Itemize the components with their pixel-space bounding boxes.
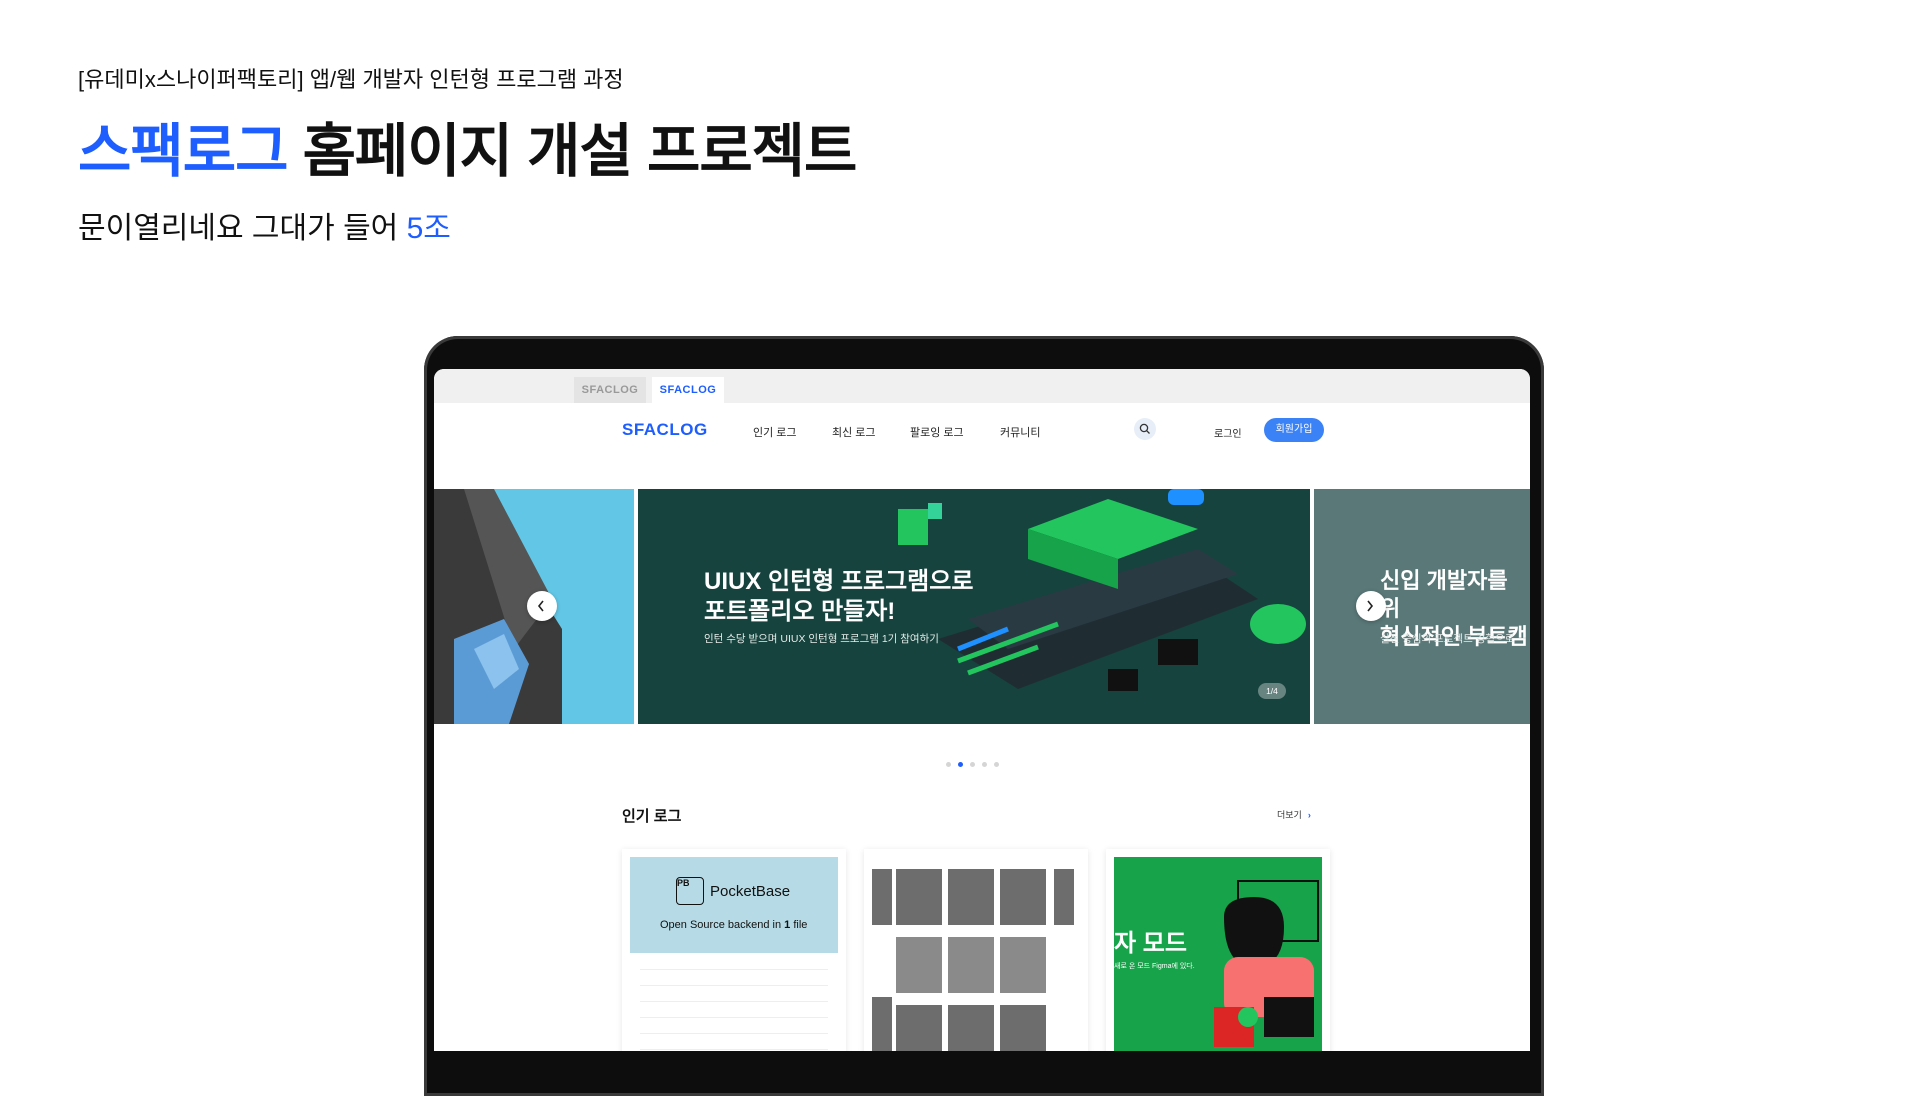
log-card[interactable]: [864, 849, 1088, 1051]
browser-tabbar: SFACLOG SFACLOG: [434, 369, 1530, 403]
carousel-dot[interactable]: [994, 762, 999, 767]
site-header: SFACLOG 인기 로그 최신 로그 팔로잉 로그 커뮤니티 로그인 회원가입: [434, 403, 1530, 453]
brand-tagline: Open Source backend in 1 file: [660, 919, 808, 931]
log-card[interactable]: 자 모드 새로 온 모드 Figma에 있다.: [1106, 849, 1330, 1051]
log-card[interactable]: PB PocketBase Open Source backend in 1 f…: [622, 849, 846, 1051]
carousel-slide-next[interactable]: 신입 개발자를 위 혁신적인 부트캠 실전 중심의 프로젝트 경험으로: [1314, 489, 1530, 724]
slide-title: UIUX 인턴형 프로그램으로 포트폴리오 만들자!: [704, 568, 974, 625]
title-rest: 홈페이지 개설 프로젝트: [287, 119, 858, 184]
browser-tab-active[interactable]: SFACLOG: [652, 377, 724, 403]
nav-latest[interactable]: 최신 로그: [832, 424, 876, 440]
carousel-dot[interactable]: [946, 762, 951, 767]
more-link[interactable]: 더보기 ›: [1277, 808, 1311, 821]
nav-following[interactable]: 팔로잉 로그: [910, 424, 964, 440]
carousel-dot[interactable]: [982, 762, 987, 767]
subtitle: [유데미x스나이퍼팩토리] 앱/웹 개발자 인턴형 프로그램 과정: [78, 67, 624, 92]
carousel-dots: [946, 754, 1006, 772]
pocketbase-logo: PB: [676, 877, 704, 905]
card-thumbnail: [872, 857, 1080, 1051]
nav-popular[interactable]: 인기 로그: [753, 424, 797, 440]
slide-counter: 1/4: [1258, 683, 1286, 699]
laptop-screen: SFACLOG SFACLOG SFACLOG 인기 로그 최신 로그 팔로잉 …: [434, 369, 1530, 1051]
team-number: 5조: [406, 212, 451, 245]
title-accent: 스팩로그: [78, 119, 288, 184]
page-title: 스팩로그 홈페이지 개설 프로젝트: [78, 104, 858, 188]
brand-name: PocketBase: [710, 883, 791, 900]
signup-button[interactable]: 회원가입: [1264, 418, 1324, 442]
nav-community[interactable]: 커뮤니티: [1000, 424, 1040, 440]
search-icon: [1139, 423, 1150, 434]
carousel-slide-current[interactable]: UIUX 인턴형 프로그램으로 포트폴리오 만들자! 인턴 수당 받으며 UIU…: [638, 489, 1310, 724]
section-title: 인기 로그: [622, 808, 682, 825]
chevron-left-icon: [537, 600, 544, 612]
search-button[interactable]: [1134, 418, 1156, 440]
hero-carousel: UIUX 인턴형 프로그램으로 포트폴리오 만들자! 인턴 수당 받으며 UIU…: [434, 489, 1530, 724]
slide-description: 인턴 수당 받으며 UIUX 인턴형 프로그램 1기 참여하기: [704, 633, 939, 645]
carousel-dot-active[interactable]: [958, 762, 963, 767]
login-link[interactable]: 로그인: [1214, 425, 1242, 440]
chevron-right-icon: [1367, 600, 1374, 612]
team-prefix: 문이열리네요 그대가 들어: [78, 212, 407, 245]
figma-illustration: [1214, 880, 1319, 1047]
browser-tab[interactable]: SFACLOG: [574, 377, 646, 403]
carousel-dot[interactable]: [970, 762, 975, 767]
card-thumbnail: PB PocketBase Open Source backend in 1 f…: [630, 857, 838, 1051]
more-label: 더보기: [1277, 810, 1302, 820]
carousel-prev-button[interactable]: [527, 591, 557, 621]
carousel-next-button[interactable]: [1356, 591, 1386, 621]
chevron-right-icon: ›: [1307, 810, 1311, 820]
card-thumbnail: 자 모드 새로 온 모드 Figma에 있다.: [1114, 857, 1322, 1051]
slide-description: 실전 중심의 프로젝트 경험으로: [1380, 633, 1515, 645]
team-name: 문이열리네요 그대가 들어 5조: [78, 203, 451, 247]
site-logo[interactable]: SFACLOG: [622, 420, 708, 440]
